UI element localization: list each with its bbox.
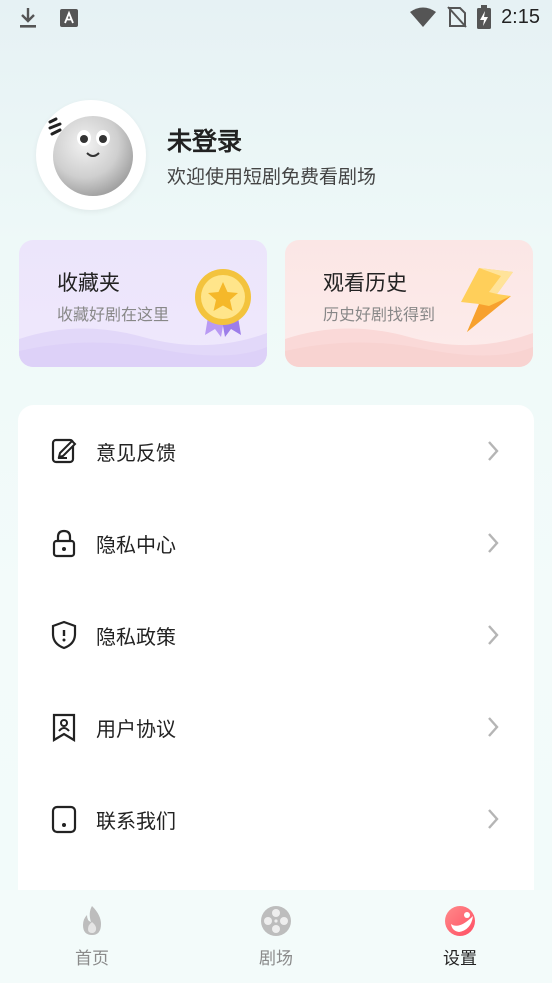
status-bar: 2:15: [0, 0, 552, 40]
profile-name[interactable]: 未登录: [167, 122, 242, 158]
status-left: [18, 7, 78, 29]
tab-home[interactable]: 首页: [32, 904, 152, 969]
bottom-tab-bar: 首页 剧场 设置: [0, 890, 552, 983]
film-reel-icon: [261, 906, 291, 936]
history-card[interactable]: 观看历史 历史好剧找得到: [285, 240, 533, 367]
flame-icon: [83, 906, 101, 935]
contact-phone-icon: [51, 805, 77, 834]
tab-theater-label: 剧场: [259, 949, 293, 969]
tab-theater[interactable]: 剧场: [216, 904, 336, 969]
chevron-right-icon: [488, 533, 499, 553]
menu-item-user-agreement[interactable]: 用户协议: [18, 697, 534, 757]
star-medal-icon: [195, 269, 251, 337]
menu-item-contact-us[interactable]: 联系我们: [18, 789, 534, 849]
battery-charging-icon: [477, 5, 492, 29]
history-subtitle: 历史好剧找得到: [323, 305, 436, 324]
menu-item-feedback[interactable]: 意见反馈: [18, 421, 534, 481]
status-time: 2:15: [501, 5, 540, 28]
menu-label-contact-us: 联系我们: [96, 809, 176, 833]
a-notification-icon: [60, 9, 78, 27]
avatar[interactable]: [36, 100, 146, 210]
tab-home-label: 首页: [75, 949, 109, 969]
menu-label-feedback: 意见反馈: [96, 441, 176, 465]
history-title: 观看历史: [323, 271, 407, 295]
chevron-right-icon: [488, 717, 499, 737]
menu-label-user-agreement: 用户协议: [96, 717, 176, 741]
feedback-edit-icon: [51, 438, 77, 464]
tab-settings[interactable]: 设置: [400, 904, 520, 969]
user-agreement-icon: [52, 713, 76, 742]
menu-label-privacy-policy: 隐私政策: [96, 625, 176, 649]
chevron-right-icon: [488, 441, 499, 461]
no-signal-icon: [447, 6, 467, 28]
lightning-icon: [461, 268, 513, 332]
wifi-icon: [410, 7, 437, 27]
lock-icon: [52, 529, 76, 558]
download-icon: [20, 8, 36, 28]
settings-ball-icon: [445, 906, 475, 936]
menu-item-privacy-center[interactable]: 隐私中心: [18, 513, 534, 573]
profile-subtitle: 欢迎使用短剧免费看剧场: [167, 166, 377, 188]
favorites-subtitle: 收藏好剧在这里: [57, 305, 170, 324]
tab-settings-label: 设置: [443, 949, 477, 969]
favorites-card[interactable]: 收藏夹 收藏好剧在这里: [19, 240, 267, 367]
favorites-title: 收藏夹: [57, 271, 120, 295]
menu-label-privacy-center: 隐私中心: [96, 533, 176, 557]
profile-header[interactable]: 未登录 欢迎使用短剧免费看剧场: [36, 100, 536, 210]
chevron-right-icon: [488, 625, 499, 645]
menu-item-privacy-policy[interactable]: 隐私政策: [18, 605, 534, 665]
shield-icon: [51, 620, 77, 650]
status-right: 2:15: [409, 5, 540, 29]
settings-menu: 意见反馈 隐私中心 隐私政策 用户协议 联系我们: [18, 405, 534, 905]
chevron-right-icon: [488, 809, 499, 829]
